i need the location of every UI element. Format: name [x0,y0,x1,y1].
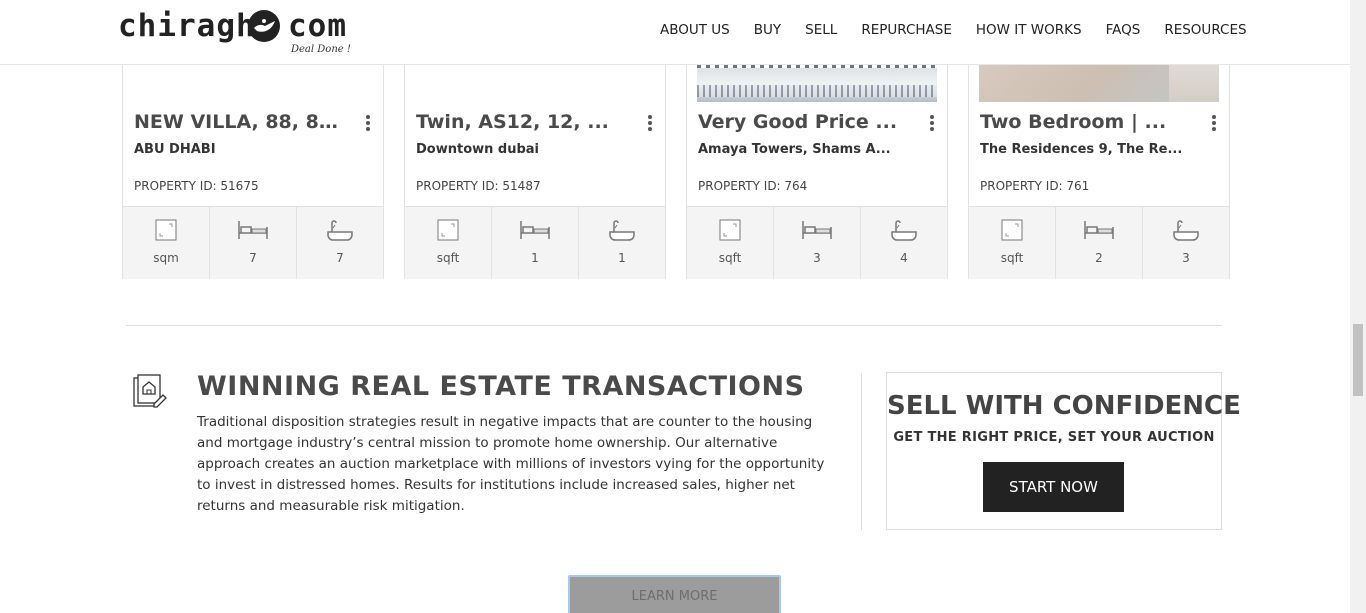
property-title[interactable]: Very Good Price ... [698,111,903,133]
property-id: PROPERTY ID: 764 [698,179,808,193]
feature-baths: 4 [861,207,947,279]
feature-baths: 7 [297,207,383,279]
property-title[interactable]: Two Bedroom | ... [980,111,1185,133]
learn-more-button[interactable]: LEARN MORE [568,575,781,613]
area-icon [155,219,177,241]
beds-count: 2 [1095,251,1103,265]
beds-count: 1 [531,251,539,265]
property-id: PROPERTY ID: 51487 [416,179,541,193]
property-features: sqft 3 4 [687,206,947,279]
area-icon [1001,219,1023,241]
area-unit: sqft [1000,251,1024,265]
sell-with-confidence-box: SELL WITH CONFIDENCE GET THE RIGHT PRICE… [886,372,1241,530]
logo-text-right: com [288,8,347,44]
nav-how-it-works[interactable]: HOW IT WORKS [976,22,1082,38]
logo-text-left: chiragh [118,8,256,44]
site-header: chiragh com Deal Done ! ABOUT US BUY SEL… [0,0,1350,65]
sell-title: SELL WITH CONFIDENCE [887,391,1241,421]
logo-tagline: Deal Done ! [291,44,351,55]
logo[interactable]: chiragh com Deal Done ! [118,6,358,58]
property-id: PROPERTY ID: 761 [980,179,1090,193]
property-id: PROPERTY ID: 51675 [134,179,259,193]
property-card[interactable]: Very Good Price ... Amaya Towers, Shams … [686,40,948,279]
bed-icon [520,221,550,239]
area-unit: sqft [718,251,742,265]
property-location: Amaya Towers, Shams A... [698,142,891,157]
bed-icon [238,221,268,239]
bathtub-icon [1173,220,1199,241]
genie-lamp-icon [248,10,280,42]
nav-repurchase[interactable]: REPURCHASE [861,22,952,38]
nav-buy[interactable]: BUY [754,22,781,38]
winning-section-body: Traditional disposition strategies resul… [197,414,825,514]
bed-icon [1084,221,1114,239]
property-document-icon [133,374,167,408]
bathtub-icon [609,220,635,241]
property-features: sqft 2 3 [969,206,1229,279]
area-icon [719,219,741,241]
feature-area: sqft [405,207,492,279]
feature-beds: 2 [1056,207,1143,279]
nav-about-us[interactable]: ABOUT US [660,22,730,38]
property-location: Downtown dubai [416,142,540,157]
kebab-menu-icon[interactable] [1211,115,1217,131]
nav-resources[interactable]: RESOURCES [1164,22,1246,38]
nav-faqs[interactable]: FAQS [1106,22,1141,38]
property-features: sqft 1 1 [405,206,665,279]
feature-beds: 3 [774,207,861,279]
feature-area: sqm [123,207,210,279]
nav-sell[interactable]: SELL [805,22,837,38]
baths-count: 4 [900,251,908,265]
section-divider [126,325,1222,326]
bed-icon [802,221,832,239]
kebab-menu-icon[interactable] [365,115,371,131]
scrollbar[interactable] [1350,0,1366,613]
baths-count: 3 [1182,251,1190,265]
beds-count: 3 [813,251,821,265]
property-features: sqm 7 7 [123,206,383,279]
property-location: The Residences 9, The Re... [980,142,1183,157]
kebab-menu-icon[interactable] [929,115,935,131]
baths-count: 7 [336,251,344,265]
vertical-divider [861,373,862,530]
feature-baths: 3 [1143,207,1229,279]
feature-baths: 1 [579,207,665,279]
winning-section-title: WINNING REAL ESTATE TRANSACTIONS [197,371,805,402]
feature-area: sqft [969,207,1056,279]
bathtub-icon [327,220,353,241]
area-unit: sqft [436,251,460,265]
feature-area: sqft [687,207,774,279]
property-title[interactable]: Twin, AS12, 12, ... [416,111,621,133]
feature-beds: 1 [492,207,579,279]
bathtub-icon [891,220,917,241]
scrollbar-thumb[interactable] [1353,324,1363,396]
feature-beds: 7 [210,207,297,279]
baths-count: 1 [618,251,626,265]
property-card[interactable]: NEW VILLA, 88, 8... ABU DHABI PROPERTY I… [122,40,384,279]
property-card[interactable]: Two Bedroom | ... The Residences 9, The … [968,40,1230,279]
kebab-menu-icon[interactable] [647,115,653,131]
area-icon [437,219,459,241]
property-card[interactable]: Twin, AS12, 12, ... Downtown dubai PROPE… [404,40,666,279]
beds-count: 7 [249,251,257,265]
property-title[interactable]: NEW VILLA, 88, 8... [134,111,339,133]
start-now-button[interactable]: START NOW [983,462,1124,512]
property-location: ABU DHABI [134,142,216,157]
sell-subtitle: GET THE RIGHT PRICE, SET YOUR AUCTION [893,430,1215,445]
area-unit: sqm [153,251,179,265]
main-nav: ABOUT US BUY SELL REPURCHASE HOW IT WORK… [660,22,1247,38]
